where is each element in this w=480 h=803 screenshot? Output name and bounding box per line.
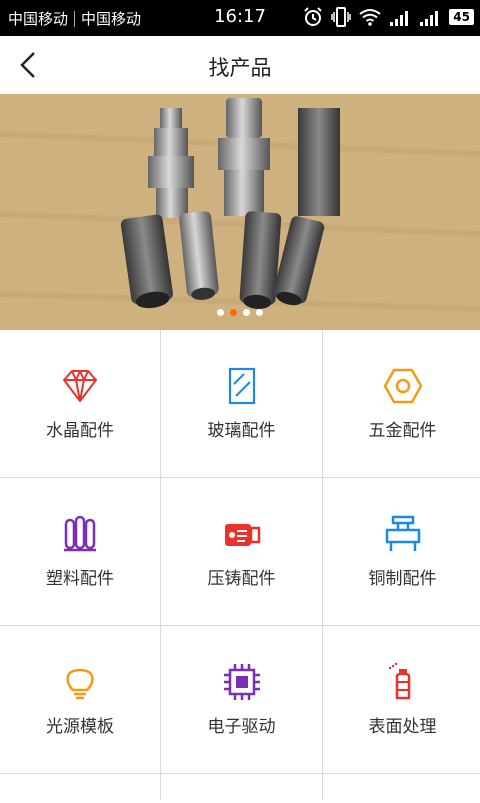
vibrate-icon — [331, 7, 352, 27]
banner-product-image — [0, 94, 480, 330]
spray-bottle-icon — [388, 662, 410, 700]
plastic-rolls-icon — [64, 515, 96, 552]
category-label: 塑料配件 — [46, 569, 114, 589]
battery-icon: 45 — [449, 9, 474, 25]
banner-carousel[interactable] — [0, 94, 480, 330]
category-more-row[interactable] — [0, 774, 160, 803]
category-label: 水晶配件 — [46, 421, 114, 441]
category-label: 光源模板 — [46, 717, 114, 737]
category-light-source[interactable]: 光源模板 — [0, 626, 160, 773]
status-icons: 45 — [303, 6, 474, 28]
category-label: 压铸配件 — [207, 569, 276, 589]
hex-nut-icon — [383, 368, 422, 404]
chip-icon — [223, 664, 260, 700]
status-bar: 中国移动 中国移动 16:17 45 — [0, 0, 480, 36]
page-title: 找产品 — [208, 56, 272, 80]
signal-icon — [420, 11, 439, 26]
carousel-dot-active[interactable] — [230, 309, 237, 316]
light-bulb-icon — [66, 668, 94, 700]
category-copper[interactable]: 铜制配件 — [323, 478, 480, 625]
category-more-row[interactable] — [161, 774, 322, 803]
carousel-dot[interactable] — [217, 309, 224, 316]
category-label: 玻璃配件 — [207, 421, 276, 441]
carousel-dot[interactable] — [256, 309, 263, 316]
category-hardware[interactable]: 五金配件 — [323, 330, 480, 477]
copper-fitting-icon — [385, 515, 420, 551]
wifi-icon — [359, 9, 381, 26]
category-surface-treatment[interactable]: 表面处理 — [323, 626, 480, 773]
header-bar: 找产品 — [0, 36, 480, 94]
category-glass[interactable]: 玻璃配件 — [161, 330, 322, 477]
signal-icon — [390, 11, 409, 26]
category-plastic[interactable]: 塑料配件 — [0, 478, 160, 625]
category-label: 铜制配件 — [368, 569, 437, 589]
carousel-indicators — [0, 309, 480, 316]
category-electronic-driver[interactable]: 电子驱动 — [161, 626, 322, 773]
category-crystal[interactable]: 水晶配件 — [0, 330, 160, 477]
glass-pane-icon — [228, 367, 255, 405]
carousel-dot[interactable] — [243, 309, 250, 316]
category-label: 五金配件 — [368, 421, 437, 441]
diamond-icon — [63, 370, 97, 402]
category-label: 表面处理 — [368, 717, 437, 737]
die-casting-icon — [224, 524, 260, 546]
category-die-casting[interactable]: 压铸配件 — [161, 478, 322, 625]
alarm-icon — [304, 7, 323, 26]
category-more-row[interactable] — [323, 774, 480, 803]
category-label: 电子驱动 — [207, 717, 276, 737]
category-grid: 水晶配件 玻璃配件 五金配件 塑料配件 压铸配件 铜制配件 光源模板 电子驱动 … — [0, 330, 480, 803]
